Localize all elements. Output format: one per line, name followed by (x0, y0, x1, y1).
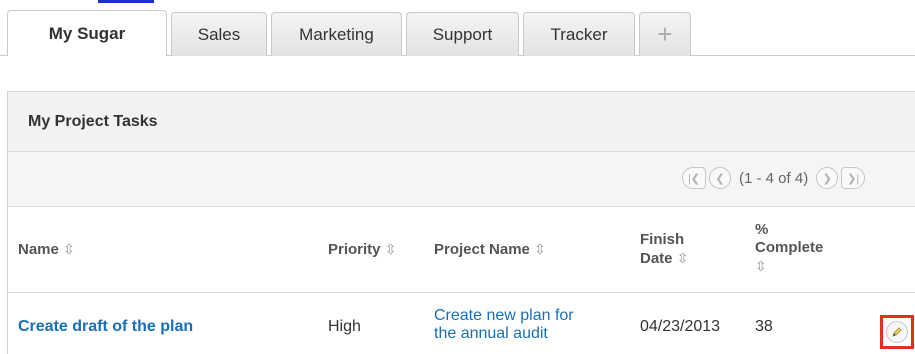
column-header-row: Name ⇳ Priority ⇳ Project Name ⇳ Finish … (8, 207, 915, 293)
project-name-link[interactable]: Create new plan for the annual audit (434, 307, 574, 343)
project-name-line: Create new plan for (434, 307, 574, 324)
top-link-underline (98, 0, 154, 3)
last-page-icon[interactable]: ❯| (841, 167, 866, 189)
column-header-name[interactable]: Name ⇳ (18, 241, 75, 258)
column-label: Priority (328, 241, 381, 258)
tab-label: Marketing (299, 24, 374, 44)
first-page-icon[interactable]: |❮ (682, 167, 706, 189)
project-name-line: the annual audit (434, 325, 548, 342)
finish-date-cell: 04/23/2013 (640, 318, 721, 335)
tab-tracker[interactable]: Tracker (523, 12, 635, 56)
column-label: Finish (640, 231, 685, 248)
tab-sales[interactable]: Sales (171, 12, 267, 56)
plus-icon: + (657, 19, 673, 49)
dashlet-my-project-tasks: My Project Tasks |❮ ❮ (1 - 4 of 4) ❯ ❯| … (7, 91, 915, 354)
sort-icon[interactable]: ⇳ (385, 241, 397, 257)
tab-label: Support (432, 24, 493, 44)
tab-my-sugar[interactable]: My Sugar (7, 10, 167, 56)
next-page-icon[interactable]: ❯ (816, 167, 839, 189)
column-header-priority[interactable]: Priority ⇳ (328, 241, 396, 258)
priority-cell: High (328, 318, 361, 335)
sort-icon[interactable]: ⇳ (677, 250, 689, 266)
sort-icon[interactable]: ⇳ (534, 241, 546, 257)
column-header-percent-complete[interactable]: % Complete ⇳ (755, 221, 823, 275)
table-row: Create draft of the plan High Create new… (8, 293, 915, 354)
pencil-icon[interactable] (886, 321, 908, 343)
dashlet-title: My Project Tasks (8, 92, 915, 152)
tab-bar: My Sugar Sales Marketing Support Tracker… (7, 10, 695, 56)
pagination-bar: |❮ ❮ (1 - 4 of 4) ❯ ❯| (8, 152, 915, 207)
prev-page-icon[interactable]: ❮ (709, 167, 731, 189)
column-header-project-name[interactable]: Project Name ⇳ (434, 241, 546, 258)
tab-label: My Sugar (48, 23, 126, 43)
column-label: Project Name (434, 241, 530, 258)
column-label: Name (18, 241, 59, 258)
pager: |❮ ❮ (1 - 4 of 4) ❯ ❯| (682, 167, 868, 189)
sort-icon[interactable]: ⇳ (755, 257, 823, 275)
pager-range-text: (1 - 4 of 4) (739, 169, 809, 187)
tab-marketing[interactable]: Marketing (271, 12, 402, 56)
tab-label: Sales (197, 24, 241, 44)
tab-support[interactable]: Support (406, 12, 519, 56)
column-header-finish-date[interactable]: Finish Date ⇳ (640, 231, 688, 268)
column-label: Complete (755, 239, 824, 256)
sort-icon[interactable]: ⇳ (63, 241, 75, 257)
column-label: Date (640, 250, 673, 267)
column-label: % (755, 221, 769, 238)
add-tab-button[interactable]: + (639, 12, 691, 56)
tab-label: Tracker (550, 24, 608, 44)
task-name-link[interactable]: Create draft of the plan (18, 318, 193, 336)
percent-complete-cell: 38 (755, 318, 773, 335)
edit-highlight (880, 315, 914, 349)
